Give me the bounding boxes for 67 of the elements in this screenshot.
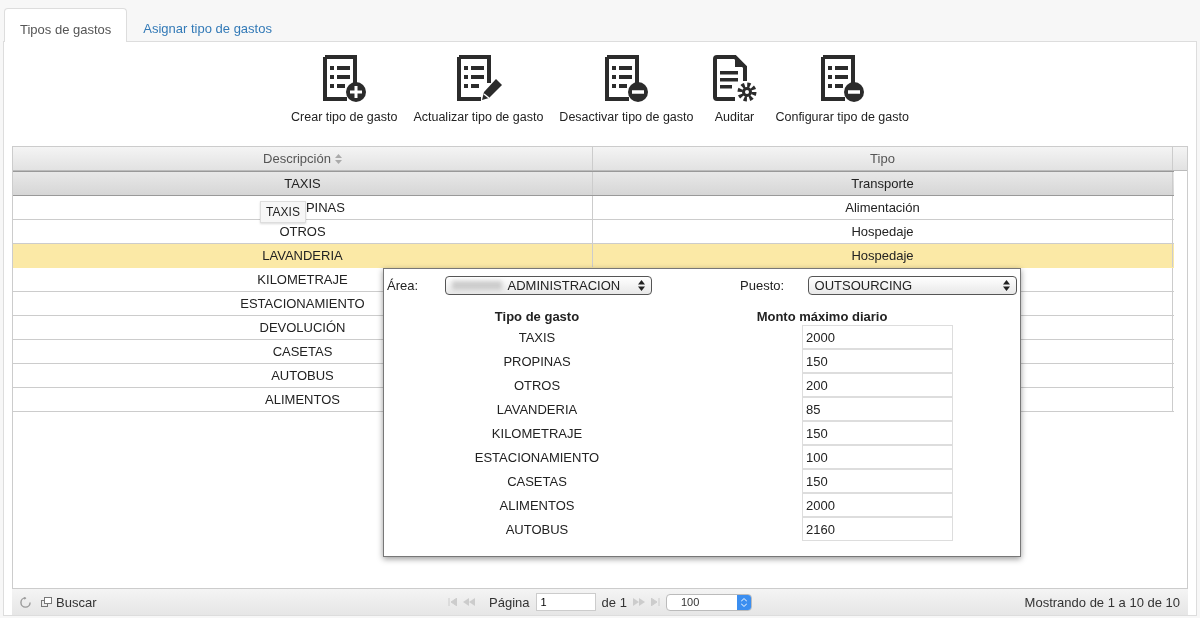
amount-field[interactable]: 150 (802, 469, 953, 493)
search-icon[interactable] (41, 597, 52, 607)
page-size-select[interactable]: 100 (665, 593, 752, 611)
column-header[interactable]: Tipo (870, 151, 895, 166)
expense-type: PROPINAS (503, 353, 571, 369)
toolbar-button[interactable]: Configurar tipo de gasto (775, 54, 909, 146)
record-count: Mostrando de 1 a 10 de 10 (1024, 594, 1180, 610)
previous-page-icon[interactable] (463, 598, 476, 606)
stepper-icon[interactable] (740, 597, 747, 607)
amount-field[interactable]: 150 (802, 349, 953, 373)
column-header: Monto máximo diario (755, 309, 889, 325)
area-label: Área: (387, 278, 420, 293)
amount-field[interactable]: 2000 (802, 493, 953, 517)
expense-type: TAXIS (518, 329, 556, 345)
search-link[interactable]: Buscar (56, 594, 97, 610)
tooltip: TAXIS (260, 200, 306, 223)
tab[interactable]: Tipos de gastos (4, 8, 128, 42)
table-cell: Alimentación (845, 200, 920, 215)
last-page-icon[interactable] (650, 598, 660, 606)
amount-field[interactable]: 100 (802, 445, 953, 469)
dropdown-arrows-icon[interactable] (1003, 280, 1010, 291)
table-row[interactable]: LAVANDERIA Hospedaje (13, 244, 1174, 268)
toolbar-button[interactable]: Auditar (709, 54, 760, 146)
table-cell: PINAS (305, 200, 345, 215)
expense-type: AUTOBUS (505, 521, 569, 537)
page-label: Página (489, 594, 530, 610)
table-cell: KILOMETRAJE (257, 272, 348, 287)
expense-type: KILOMETRAJE (491, 425, 583, 441)
table-cell: Transporte (851, 176, 914, 191)
expense-type: CASETAS (507, 473, 567, 489)
expense-type: ALIMENTOS (499, 497, 575, 513)
table-cell: CASETAS (272, 344, 333, 359)
amount-field[interactable]: 2000 (802, 325, 953, 349)
amount-field[interactable]: 85 (802, 397, 953, 421)
table-row[interactable]: TAXIS PINAS Alimentación (13, 196, 1174, 220)
toolbar-button[interactable]: Desactivar tipo de gasto (559, 54, 694, 146)
table-row[interactable]: TAXIS Transporte (13, 171, 1174, 196)
sort-icon[interactable] (334, 153, 342, 164)
table-cell: LAVANDERIA (262, 248, 343, 263)
first-page-icon[interactable] (448, 598, 458, 606)
area-select[interactable]: ADMINISTRACION (444, 276, 653, 295)
expense-type: OTROS (513, 377, 561, 393)
page-input[interactable]: 1 (535, 593, 596, 611)
table-cell: ESTACIONAMIENTO (240, 296, 365, 311)
table-cell: TAXIS (284, 176, 321, 191)
amount-field[interactable]: 200 (802, 373, 953, 397)
amount-field[interactable]: 2160 (802, 517, 953, 541)
expense-type: ESTACIONAMIENTO (474, 449, 600, 465)
table-cell: Hospedaje (851, 248, 914, 263)
puesto-select[interactable]: OUTSOURCING (807, 276, 1017, 295)
refresh-icon[interactable] (20, 596, 31, 608)
table-cell: AUTOBUS (271, 368, 334, 383)
table-cell: DEVOLUCIÓN (259, 320, 346, 335)
table-cell: OTROS (279, 224, 326, 239)
amount-field[interactable]: 150 (802, 421, 953, 445)
column-header[interactable]: Descripción (263, 151, 331, 166)
expense-type: LAVANDERIA (496, 401, 578, 417)
puesto-label: Puesto: (740, 278, 786, 293)
table-cell: ALIMENTOS (265, 392, 340, 407)
table-cell: Hospedaje (851, 224, 914, 239)
toolbar-button[interactable]: Actualizar tipo de gasto (413, 54, 544, 146)
page-count: de 1 (601, 594, 627, 610)
tab[interactable]: Asignar tipo de gastos (127, 7, 288, 41)
column-header: Tipo de gasto (493, 309, 581, 325)
next-page-icon[interactable] (632, 598, 645, 606)
dropdown-arrows-icon[interactable] (638, 280, 646, 291)
toolbar-button[interactable]: Crear tipo de gasto (291, 54, 398, 146)
